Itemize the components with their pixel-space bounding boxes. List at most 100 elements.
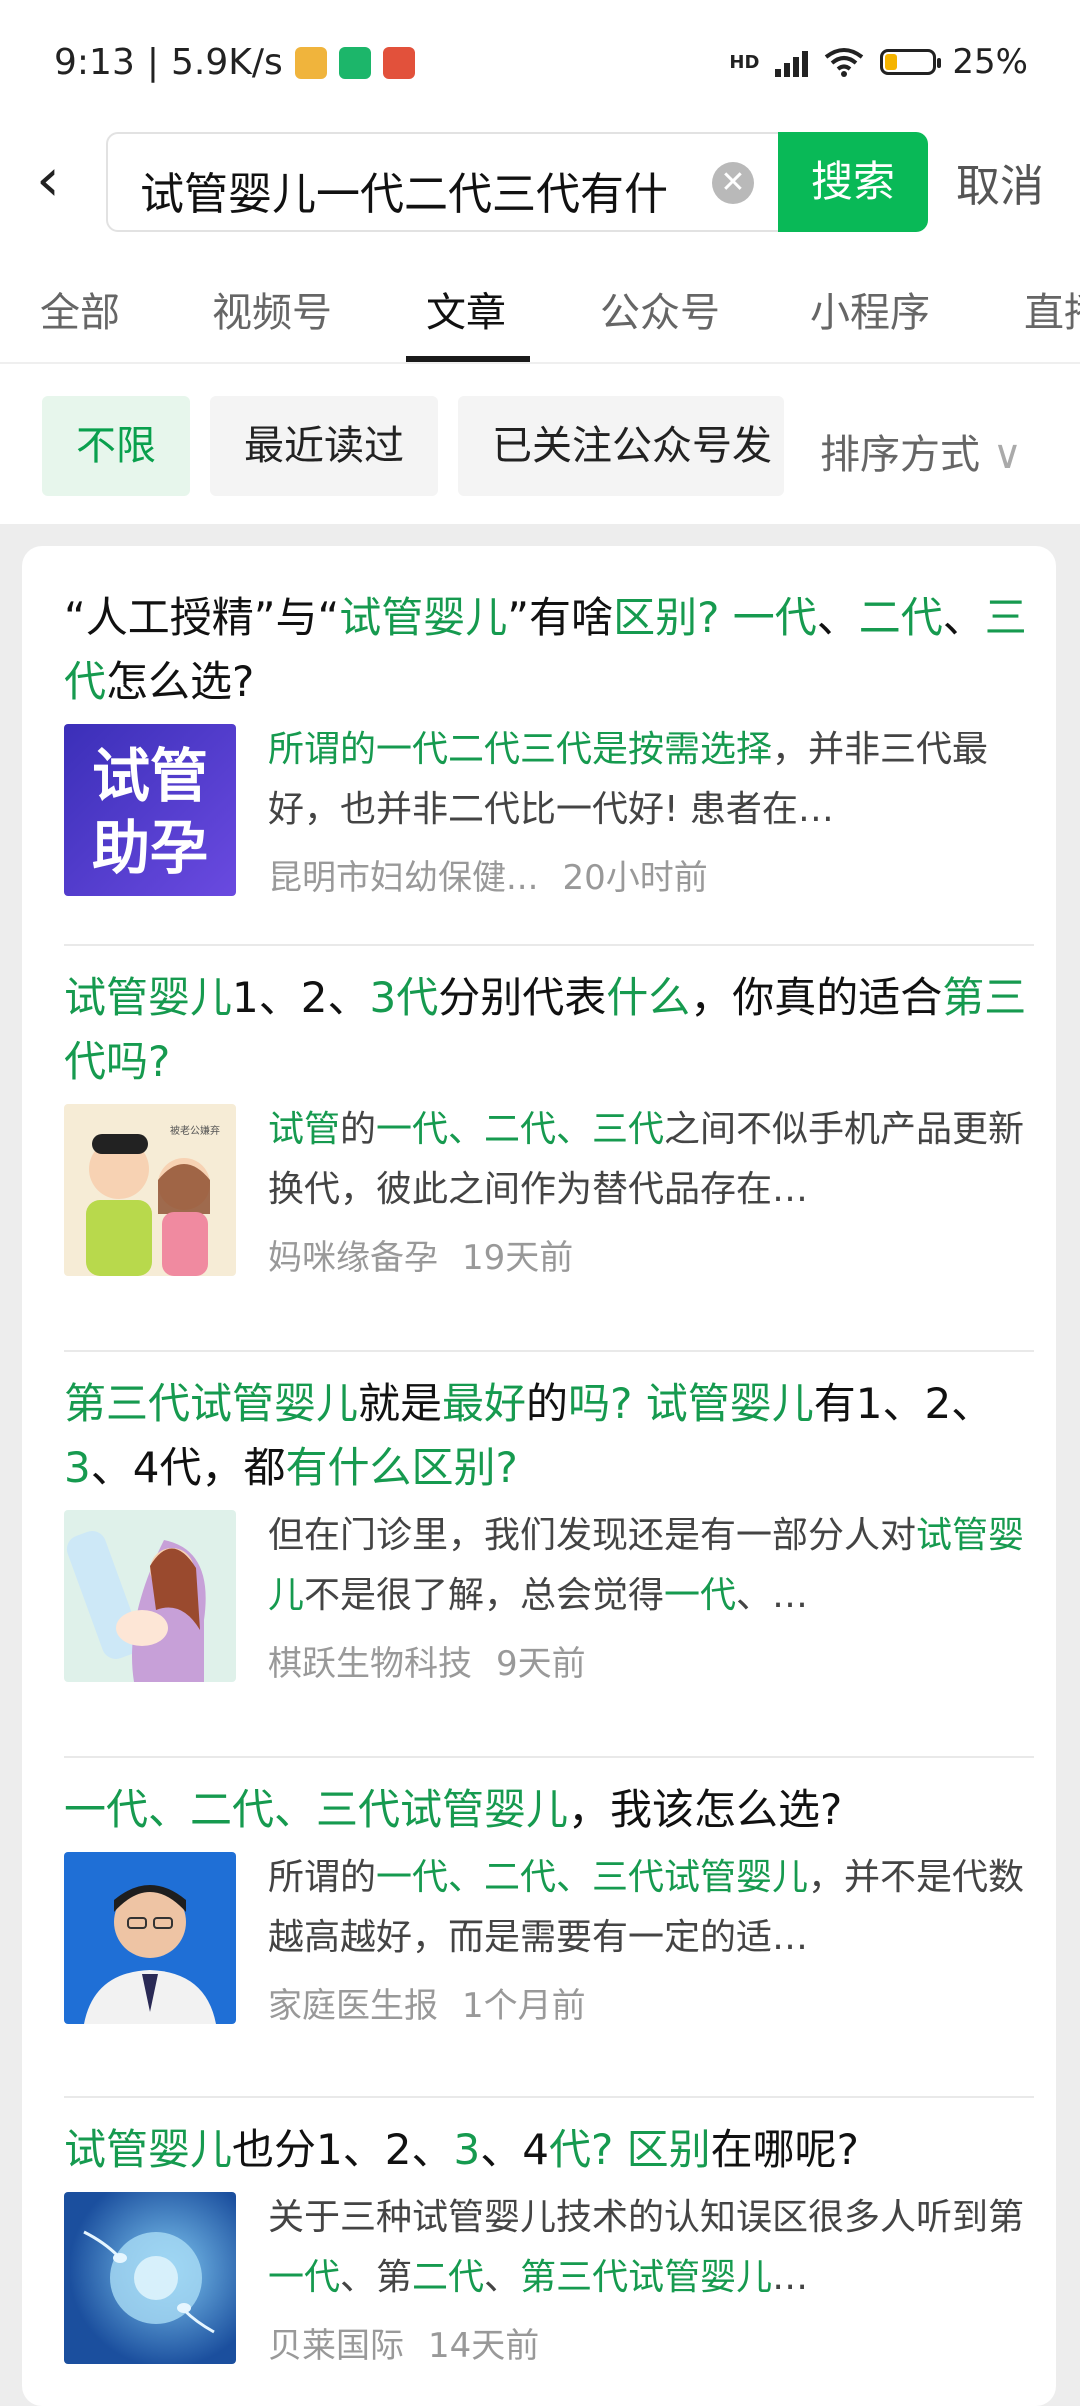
red-app-icon <box>382 46 415 79</box>
result-source[interactable]: 妈咪缘备孕 <box>268 1238 438 1278</box>
result-meta: 棋跃生物科技 9天前 <box>268 1636 610 1685</box>
result-item[interactable]: 一代、二代、三代试管婴儿，我该怎么选? 所谓的一代、二代、三代试管婴儿，并不是代… <box>64 1758 1034 2098</box>
result-body: 关于三种试管婴儿技术的认知误区很多人听到第一代、第二代、第三代试管婴儿… 贝莱国… <box>64 2182 1034 2372</box>
filter-bar: 不限 最近读过 已关注公众号发 排序方式 ∨ <box>0 364 1080 524</box>
result-body: 但在门诊里，我们发现还是有一部分人对试管婴儿不是很了解，总会觉得一代、… 棋跃生… <box>64 1500 1034 1690</box>
title-text: 、4代，都 <box>90 1443 286 1492</box>
result-source[interactable]: 昆明市妇幼保健... <box>268 858 538 898</box>
filter-unlimited[interactable]: 不限 <box>42 396 190 496</box>
result-meta: 昆明市妇幼保健... 20小时前 <box>268 850 732 899</box>
notes-app-icon <box>294 46 327 79</box>
thumbnail <box>64 1852 236 2024</box>
title-text: 、 <box>816 593 859 642</box>
cancel-button[interactable]: 取消 <box>956 150 1044 214</box>
thumbnail-caption: 被老公嫌弃 <box>170 1124 220 1137</box>
result-time: 9天前 <box>496 1644 586 1684</box>
title-text: 分别代表 <box>438 973 607 1022</box>
status-left: 9:13 | 5.9K/s <box>54 42 415 83</box>
title-highlight: 试管婴儿 <box>64 973 233 1022</box>
result-time: 19天前 <box>462 1238 574 1278</box>
sort-label: 排序方式 <box>820 432 980 478</box>
title-highlight: 什么 <box>606 973 691 1022</box>
back-icon[interactable]: ‹ <box>36 150 76 210</box>
results-card: “人工授精”与“试管婴儿”有啥区别? 一代、二代、三代怎么选? 试管 助孕 所谓… <box>22 546 1056 2406</box>
doctor-portrait-image <box>84 1885 216 2024</box>
sort-dropdown[interactable]: 排序方式 ∨ <box>820 422 1022 480</box>
filter-recently-read[interactable]: 最近读过 <box>210 396 438 496</box>
tab-official-accounts[interactable]: 公众号 <box>600 280 720 338</box>
snippet-text: 但在门诊里，我们发现还是有一部分人对 <box>268 1515 917 1556</box>
snippet-text: 的 <box>340 1109 377 1150</box>
tab-mini-programs[interactable]: 小程序 <box>810 280 930 338</box>
title-text: ，你真的适合 <box>690 973 943 1022</box>
snippet-highlight: 二代 <box>412 2257 485 2298</box>
snippet-text: 、… <box>736 1575 809 1616</box>
title-text: “人工授精”与“ <box>64 593 340 642</box>
search-button[interactable]: 搜索 <box>778 132 928 232</box>
clock: 9:13 <box>54 42 135 83</box>
title-highlight: 3代 <box>369 973 439 1022</box>
battery-percent: 25% <box>952 42 1028 82</box>
snippet-text: 、 <box>484 2257 521 2298</box>
result-title[interactable]: 第三代试管婴儿就是最好的吗? 试管婴儿有1、2、 3、4代，都有什么区别? <box>64 1372 1034 1500</box>
thumbnail <box>64 2192 236 2364</box>
tab-articles[interactable]: 文章 <box>426 280 506 338</box>
title-text: 、4 <box>480 2125 549 2174</box>
signal-icon <box>775 47 809 77</box>
separator: | <box>146 42 159 83</box>
result-source[interactable]: 贝莱国际 <box>268 2326 404 2366</box>
hd-label: HD <box>729 51 760 73</box>
result-source[interactable]: 棋跃生物科技 <box>268 1644 472 1684</box>
result-meta: 家庭医生报 1个月前 <box>268 1978 610 2027</box>
snippet-highlight: 一代、二代、三代 <box>376 1109 665 1150</box>
cell-sperm-image <box>83 2230 215 2334</box>
search-input[interactable]: 试管婴儿一代二代三代有什 <box>140 158 700 222</box>
result-snippet: 试管的一代、二代、三代之间不似手机产品更新换代，彼此之间作为替代品存在… <box>268 1100 1028 1220</box>
title-text: 1、2、 <box>232 973 370 1022</box>
title-highlight: 最好 <box>442 1379 527 1428</box>
search-box[interactable]: 试管婴儿一代二代三代有什 ✕ 搜索 <box>106 132 928 232</box>
title-highlight: 二代 <box>858 593 943 642</box>
result-body: 所谓的一代、二代、三代试管婴儿，并不是代数越高越好，而是需要有一定的适… 家庭医… <box>64 1842 1034 2032</box>
title-text: 也分1、2、 <box>232 2125 454 2174</box>
snippet-highlight: 所谓的一代二代三代是按需选择 <box>268 729 773 770</box>
title-text: ，我该怎么选? <box>568 1785 843 1834</box>
snippet-highlight: 一代 <box>268 2257 341 2298</box>
result-item[interactable]: 试管婴儿1、2、3代分别代表什么，你真的适合第三代吗? 被老公嫌弃 试管的一代、… <box>64 946 1034 1352</box>
status-bar: 9:13 | 5.9K/s HD 25% <box>0 0 1080 122</box>
result-item[interactable]: 第三代试管婴儿就是最好的吗? 试管婴儿有1、2、 3、4代，都有什么区别? 但在门… <box>64 1352 1034 1758</box>
result-snippet: 所谓的一代、二代、三代试管婴儿，并不是代数越高越好，而是需要有一定的适… <box>268 1848 1028 1968</box>
network-speed: 5.9K/s <box>170 42 283 83</box>
thumbnail-text: 试管 助孕 <box>91 742 208 882</box>
result-body: 试管 助孕 所谓的一代二代三代是按需选择，并非三代最好，也并非二代比一代好! 患… <box>64 714 1034 904</box>
category-tabs: 全部 视频号 文章 公众号 小程序 直播 <box>0 240 1080 364</box>
title-text: 就是 <box>358 1379 443 1428</box>
title-highlight: 第三代试管婴儿 <box>64 1379 359 1428</box>
title-highlight: 吗? 试管婴儿 <box>568 1379 814 1428</box>
result-title[interactable]: 一代、二代、三代试管婴儿，我该怎么选? <box>64 1778 1034 1842</box>
result-meta: 妈咪缘备孕 19天前 <box>268 1230 597 1279</box>
battery-icon <box>880 49 942 75</box>
result-title[interactable]: “人工授精”与“试管婴儿”有啥区别? 一代、二代、三代怎么选? <box>64 586 1034 714</box>
search-bar: ‹ 试管婴儿一代二代三代有什 ✕ 搜索 取消 <box>0 122 1080 240</box>
title-highlight: 3 <box>453 2125 481 2174</box>
title-text: 、 <box>942 593 985 642</box>
tab-all[interactable]: 全部 <box>40 280 120 338</box>
mother-baby-image <box>66 1531 206 1682</box>
result-snippet: 所谓的一代二代三代是按需选择，并非三代最好，也并非二代比一代好! 患者在… <box>268 720 1028 840</box>
cartoon-couple-image: 被老公嫌弃 <box>86 1124 220 1276</box>
filter-followed-accounts[interactable]: 已关注公众号发 <box>458 396 784 496</box>
clear-icon[interactable]: ✕ <box>712 162 754 204</box>
result-title[interactable]: 试管婴儿也分1、2、3、4代? 区别在哪呢? <box>64 2118 1034 2182</box>
result-item[interactable]: 试管婴儿也分1、2、3、4代? 区别在哪呢? 关于三种试管婴儿技术的认知误区很多… <box>64 2098 1034 2398</box>
tab-channels[interactable]: 视频号 <box>212 280 332 338</box>
result-source[interactable]: 家庭医生报 <box>268 1986 438 2026</box>
title-text: 在哪呢? <box>710 2125 859 2174</box>
snippet-text: 关于三种试管婴儿技术的认知误区很多人听到第 <box>268 2197 1025 2238</box>
snippet-text: 所谓的 <box>268 1857 377 1898</box>
result-title[interactable]: 试管婴儿1、2、3代分别代表什么，你真的适合第三代吗? <box>64 966 1034 1094</box>
shield-app-icon <box>338 46 371 79</box>
result-item[interactable]: “人工授精”与“试管婴儿”有啥区别? 一代、二代、三代怎么选? 试管 助孕 所谓… <box>64 586 1034 946</box>
title-text: ”有啥 <box>507 593 614 642</box>
tab-live[interactable]: 直播 <box>1024 280 1080 338</box>
